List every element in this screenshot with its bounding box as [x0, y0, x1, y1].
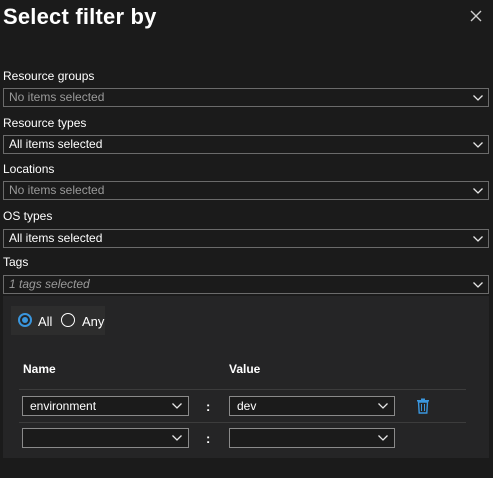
resource-types-label: Resource types [3, 116, 87, 130]
divider [19, 422, 466, 423]
radio-all-label[interactable]: All [38, 314, 52, 329]
tags-panel: All Any Name Value environment : dev : [3, 296, 489, 458]
resource-groups-value: No items selected [9, 90, 105, 104]
radio-any-label[interactable]: Any [82, 314, 104, 329]
trash-icon[interactable] [416, 398, 430, 414]
chevron-down-icon [473, 188, 483, 194]
dialog-title: Select filter by [3, 4, 157, 29]
match-radio-group: All Any [11, 306, 105, 335]
chevron-down-icon [473, 142, 483, 148]
tag-value-value: dev [237, 399, 257, 413]
tags-value: 1 tags selected [9, 277, 90, 291]
os-types-label: OS types [3, 209, 53, 223]
radio-any[interactable] [61, 313, 75, 327]
new-tag-name-dropdown[interactable] [22, 428, 189, 448]
locations-dropdown[interactable]: No items selected [3, 181, 489, 200]
os-types-dropdown[interactable]: All items selected [3, 229, 489, 248]
chevron-down-icon [473, 282, 483, 288]
resource-groups-label: Resource groups [3, 69, 95, 83]
tag-name-value: environment [30, 399, 97, 413]
chevron-down-icon [378, 403, 388, 409]
chevron-down-icon [172, 403, 182, 409]
tags-label: Tags [3, 255, 29, 269]
chevron-down-icon [473, 236, 483, 242]
radio-all[interactable] [18, 313, 32, 327]
resource-types-value: All items selected [9, 137, 103, 151]
locations-value: No items selected [9, 183, 105, 197]
chevron-down-icon [172, 435, 182, 441]
resource-groups-dropdown[interactable]: No items selected [3, 88, 489, 107]
chevron-down-icon [378, 435, 388, 441]
os-types-value: All items selected [9, 231, 103, 245]
separator: : [206, 431, 211, 446]
tag-name-dropdown[interactable]: environment [22, 396, 189, 416]
tag-value-dropdown[interactable]: dev [229, 396, 395, 416]
tags-dropdown[interactable]: 1 tags selected [3, 275, 489, 294]
locations-label: Locations [3, 162, 55, 176]
new-tag-value-dropdown[interactable] [229, 428, 395, 448]
chevron-down-icon [473, 95, 483, 101]
column-header-name: Name [23, 362, 56, 376]
separator: : [206, 399, 211, 414]
resource-types-dropdown[interactable]: All items selected [3, 135, 489, 154]
close-icon[interactable] [466, 6, 486, 26]
column-header-value: Value [229, 362, 261, 376]
divider [19, 389, 466, 390]
